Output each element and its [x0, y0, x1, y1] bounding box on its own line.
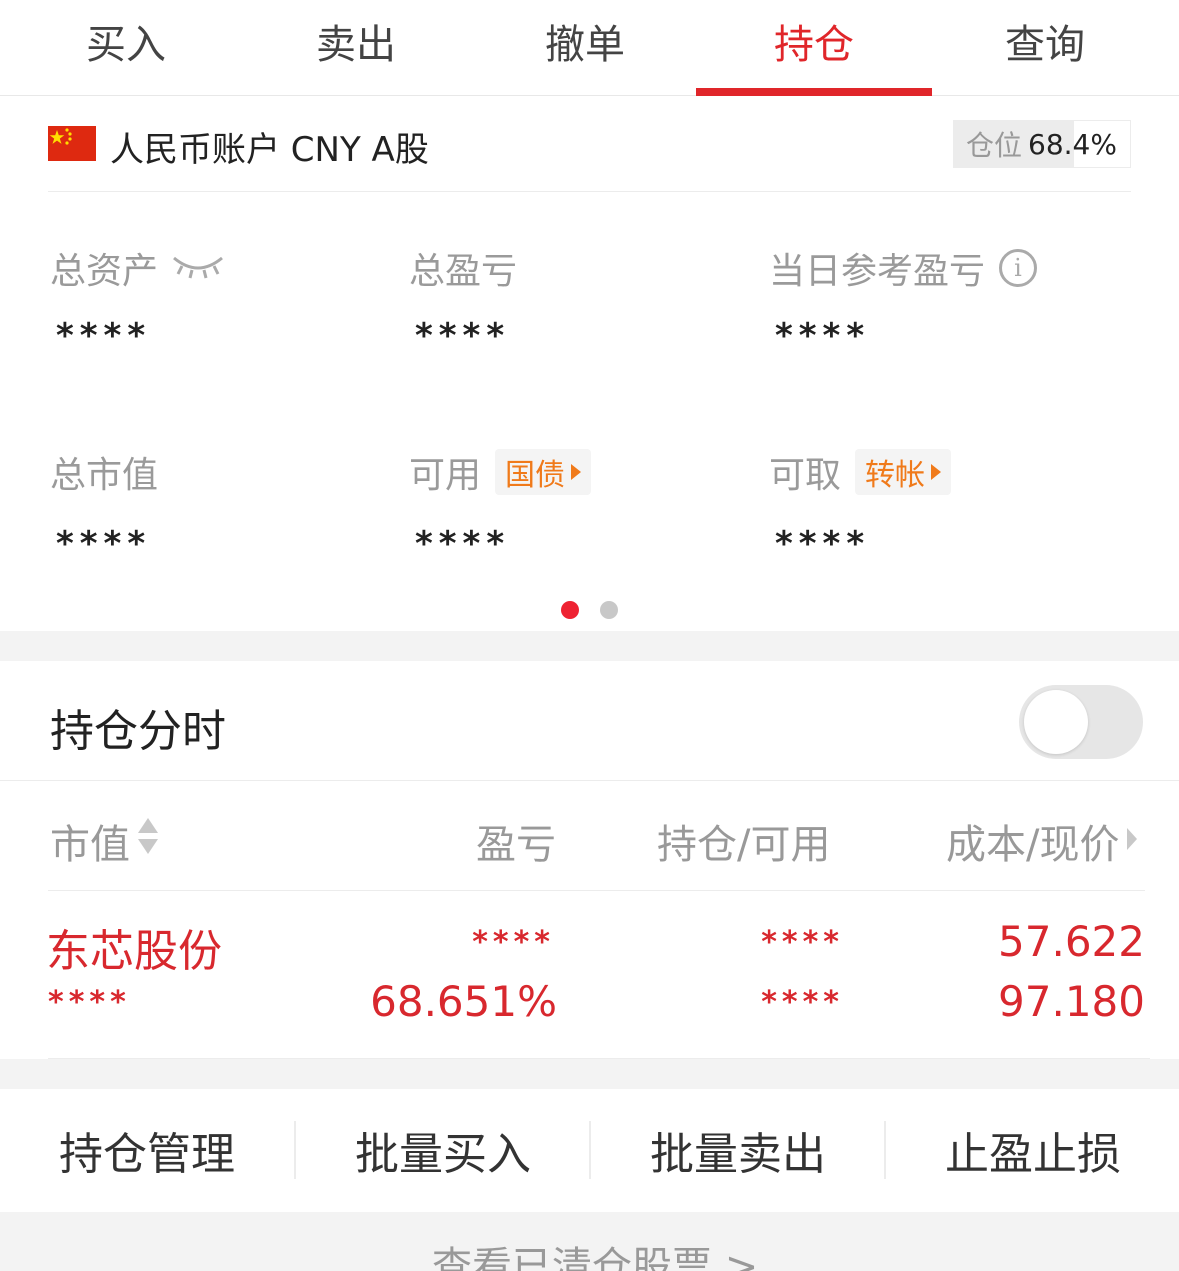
column-cost-price-label: 成本/现价 [946, 822, 1120, 868]
toggle-knob [1024, 690, 1088, 754]
total-assets-label: 总资产 [50, 251, 159, 292]
section-divider [0, 1059, 1179, 1089]
treasury-bond-button[interactable]: 国债 [495, 449, 592, 495]
tab-cancel-order-label: 撤单 [545, 22, 625, 68]
manage-holdings-button[interactable]: 持仓管理 [0, 1089, 294, 1211]
intraday-holdings-toggle[interactable] [1019, 685, 1143, 759]
intraday-holdings-title: 持仓分时 [50, 706, 226, 757]
asset-total-assets: 总资产 **** [50, 242, 370, 356]
column-pnl-label: 盈亏 [476, 822, 556, 868]
position-ratio-badge: 仓位 68.4% [953, 120, 1131, 168]
stock-cost: 57.622 [998, 917, 1145, 966]
tab-buy-label: 买入 [86, 22, 166, 68]
batch-sell-button[interactable]: 批量卖出 [591, 1089, 885, 1211]
page-dot-1[interactable] [561, 601, 579, 619]
position-ratio-value: 68.4% [1028, 127, 1117, 161]
tab-query-label: 查询 [1005, 22, 1085, 68]
play-arrow-icon [571, 464, 582, 480]
info-icon[interactable]: i [999, 249, 1038, 287]
tab-query[interactable]: 查询 [927, 0, 1163, 96]
total-assets-value: **** [56, 316, 152, 356]
batch-sell-label: 批量卖出 [650, 1129, 826, 1180]
stock-price: 97.180 [998, 977, 1145, 1026]
stock-market-value: **** [48, 985, 131, 1020]
chevron-right-icon [1125, 818, 1139, 864]
daily-ref-pnl-value: **** [775, 316, 871, 356]
position-ratio-label: 仓位 [966, 129, 1023, 162]
column-cost-price[interactable]: 成本/现价 [946, 812, 1139, 870]
eye-closed-icon[interactable] [172, 248, 224, 289]
tab-buy[interactable]: 买入 [8, 0, 244, 96]
column-market-value[interactable]: 市值 [50, 812, 160, 870]
stock-available: **** [761, 985, 844, 1020]
table-row[interactable]: 东芯股份 **** **** 68.651% **** **** 57.622 … [0, 891, 1179, 1059]
account-name: 人民币账户 CNY A股 [110, 130, 429, 170]
market-value-label: 总市值 [50, 455, 159, 496]
batch-buy-label: 批量买入 [355, 1129, 531, 1180]
cleared-stocks-link[interactable]: 查看已清仓股票 > [0, 1212, 1179, 1271]
tab-cancel-order[interactable]: 撤单 [467, 0, 703, 96]
holdings-table-header: 市值 盈亏 持仓/可用 成本/现价 [0, 782, 1179, 890]
total-pnl-label: 总盈亏 [409, 251, 518, 292]
daily-ref-pnl-label: 当日参考盈亏 [769, 251, 986, 292]
transfer-label: 转帐 [865, 458, 926, 493]
asset-daily-ref-pnl: 当日参考盈亏 i **** [769, 242, 1149, 356]
available-label: 可用 [409, 455, 482, 496]
batch-buy-button[interactable]: 批量买入 [296, 1089, 590, 1211]
asset-market-value: 总市值 **** [50, 446, 370, 566]
tab-holdings[interactable]: 持仓 [696, 0, 932, 96]
treasury-bond-label: 国债 [505, 458, 566, 493]
stock-pnl-percent: 68.651% [370, 977, 557, 1026]
tab-sell-label: 卖出 [316, 22, 396, 68]
market-value-value: **** [56, 524, 152, 564]
trade-tab-bar: 买入 卖出 撤单 持仓 查询 [0, 0, 1179, 96]
stock-name: 东芯股份 [46, 926, 222, 977]
take-profit-stop-loss-label: 止盈止损 [945, 1129, 1121, 1180]
withdrawable-value: **** [775, 524, 871, 564]
sort-icon [136, 816, 160, 866]
asset-total-pnl: 总盈亏 **** [409, 242, 729, 356]
take-profit-stop-loss-button[interactable]: 止盈止损 [886, 1089, 1179, 1211]
tab-holdings-label: 持仓 [774, 22, 854, 68]
china-flag-icon [48, 126, 96, 161]
column-market-value-label: 市值 [50, 822, 130, 868]
manage-holdings-label: 持仓管理 [59, 1129, 235, 1180]
cleared-stocks-label: 查看已清仓股票 > [432, 1244, 759, 1271]
section-divider [0, 631, 1179, 661]
column-holding-label: 持仓/可用 [657, 822, 831, 868]
intraday-holdings-section: 持仓分时 [0, 661, 1179, 781]
total-pnl-value: **** [415, 316, 511, 356]
withdrawable-label: 可取 [769, 455, 842, 496]
holdings-action-bar: 持仓管理 批量买入 批量卖出 止盈止损 [0, 1089, 1179, 1211]
active-tab-indicator [696, 88, 932, 96]
play-arrow-icon [931, 464, 942, 480]
asset-available: 可用 国债 **** [409, 446, 729, 566]
available-value: **** [415, 524, 511, 564]
asset-withdrawable: 可取 转帐 **** [769, 446, 1149, 566]
column-pnl: 盈亏 [476, 812, 556, 870]
tab-sell[interactable]: 卖出 [238, 0, 474, 96]
stock-holding: **** [761, 925, 844, 960]
account-header[interactable]: 人民币账户 CNY A股 仓位 68.4% [48, 118, 1131, 192]
transfer-button[interactable]: 转帐 [855, 449, 952, 495]
stock-pnl-amount: **** [472, 925, 555, 960]
column-holding: 持仓/可用 [657, 812, 830, 870]
page-dot-2[interactable] [600, 601, 618, 619]
